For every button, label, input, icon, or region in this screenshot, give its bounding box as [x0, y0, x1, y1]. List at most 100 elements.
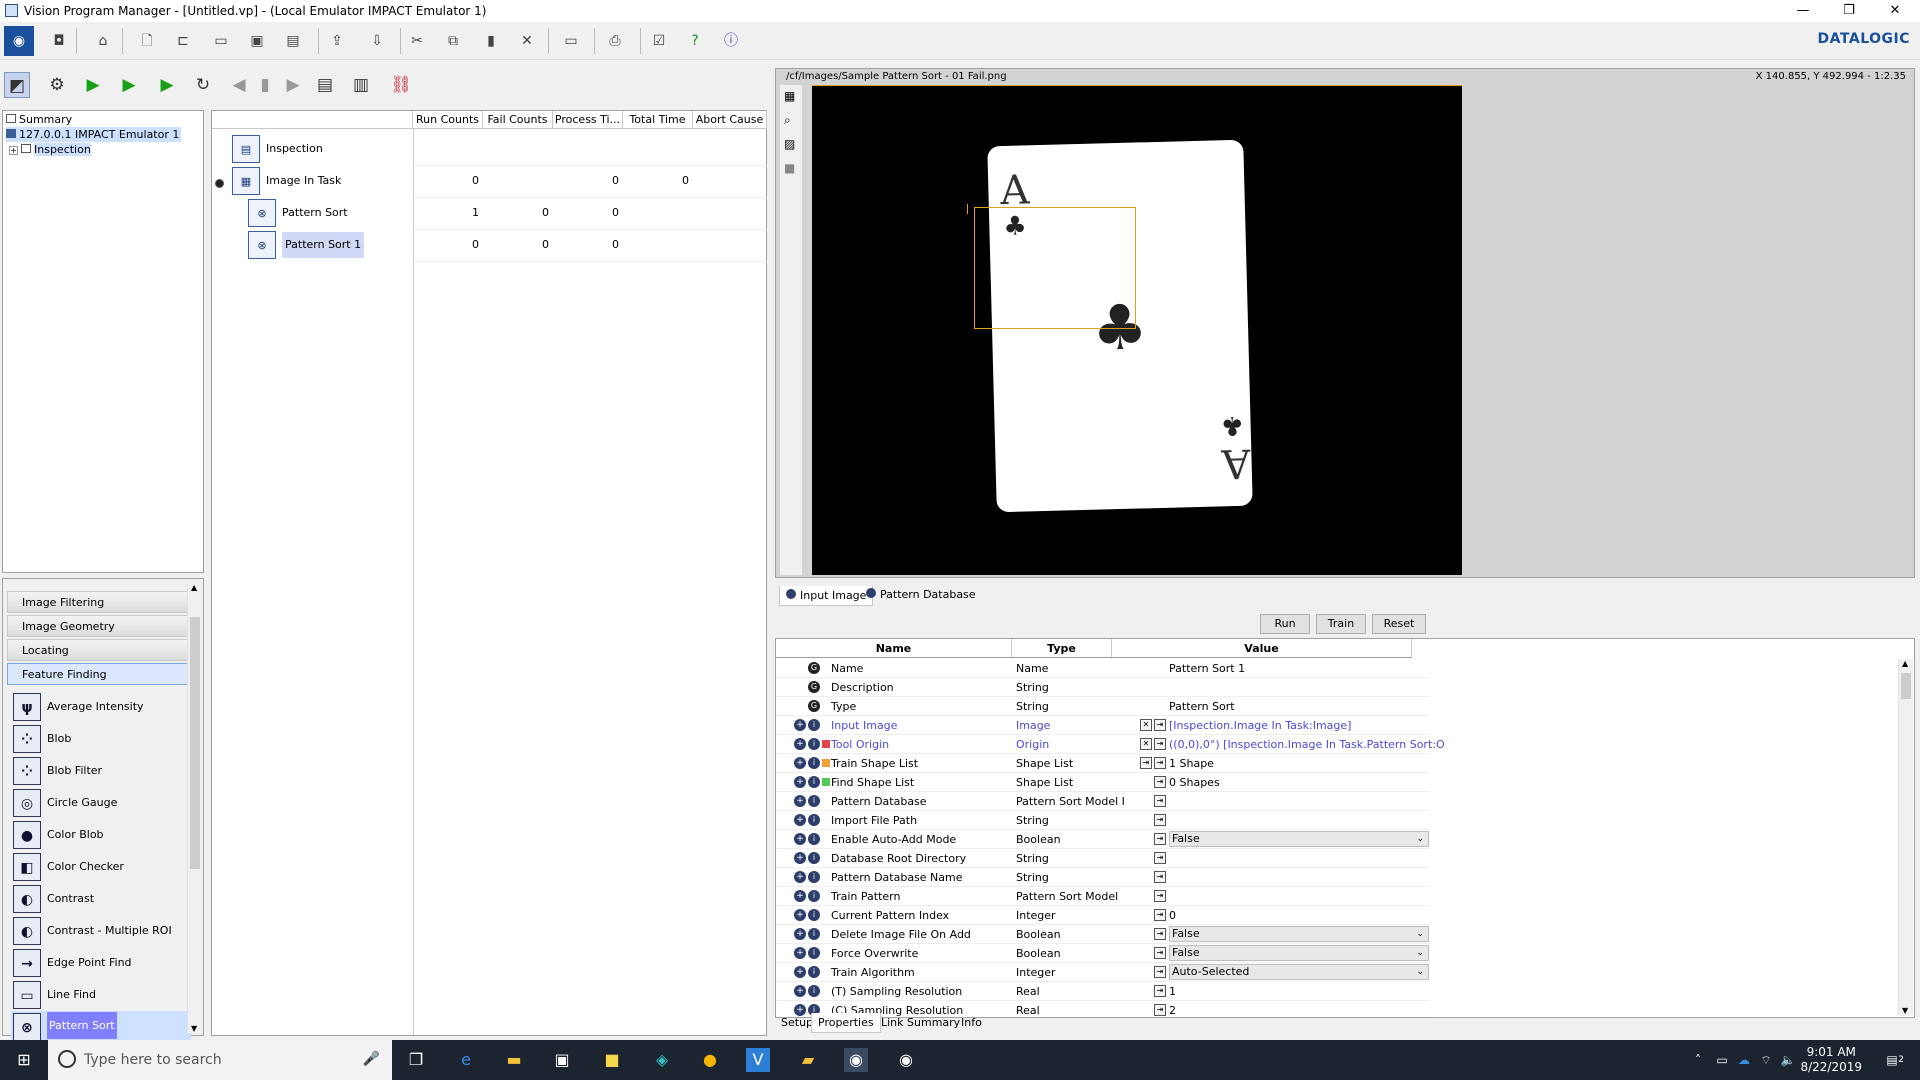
link-value-icon[interactable]: ⇥ — [1154, 852, 1166, 864]
expand-row-icon[interactable]: + — [794, 814, 806, 826]
image-icon[interactable]: ▨ — [784, 137, 798, 151]
link-value-icon[interactable]: ⇥ — [1154, 776, 1166, 788]
grid-row[interactable]: ⊗ Pattern Sort 1 0 0 — [212, 199, 767, 230]
property-dropdown[interactable]: False ⌄ — [1169, 926, 1429, 942]
property-row[interactable]: + i Database Root Directory String ⇥ — [776, 849, 1896, 868]
grid-row[interactable]: ⊗ Pattern Sort 1 0 0 0 — [212, 231, 767, 262]
sticky-notes-icon[interactable]: ■ — [600, 1048, 624, 1072]
expand-row-icon[interactable]: + — [794, 738, 806, 750]
expand-row-icon[interactable]: + — [794, 719, 806, 731]
edge-icon[interactable]: e — [454, 1048, 478, 1072]
task-view-icon[interactable]: ❐ — [404, 1048, 428, 1072]
unlink-icon[interactable]: ✕ — [1140, 738, 1152, 750]
property-row[interactable]: G Description String — [776, 678, 1896, 697]
property-dropdown[interactable]: False ⌄ — [1169, 831, 1429, 847]
tree-item-summary[interactable]: Summary — [6, 112, 72, 127]
col-type[interactable]: Type — [1012, 639, 1112, 658]
link-value-icon[interactable]: ⇥ — [1154, 814, 1166, 826]
edit-icon[interactable]: ⇥ — [1140, 757, 1152, 769]
property-row[interactable]: G Type String Pattern Sort — [776, 697, 1896, 716]
link-value-icon[interactable]: ⇥ — [1154, 947, 1166, 959]
new-file-icon[interactable]: 🗋 — [136, 30, 158, 52]
layout-icon[interactable]: ◩ — [4, 72, 30, 98]
property-row[interactable]: + i Tool Origin Origin ✕ ⇥ ((0,0),0°) [Inspect… — [776, 735, 1896, 754]
scroll-up-icon[interactable]: ▲ — [1902, 659, 1908, 668]
settings-icon[interactable]: ⚙ — [44, 72, 70, 98]
upload-icon[interactable]: ⇪ — [326, 30, 348, 52]
property-row[interactable]: + i Find Shape List Shape List ⇥ 0 Shapes — [776, 773, 1896, 792]
expand-row-icon[interactable]: + — [794, 795, 806, 807]
link-value-icon[interactable]: ⇥ — [1154, 757, 1166, 769]
property-row[interactable]: + i (T) Sampling Resolution Real ⇥ 1 — [776, 982, 1896, 1001]
expand-row-icon[interactable]: + — [794, 852, 806, 864]
link-icon[interactable]: ⛓ — [388, 72, 414, 98]
expand-row-icon[interactable]: + — [794, 871, 806, 883]
vpm-active-icon[interactable]: ◉ — [844, 1048, 868, 1072]
col-abort-cause[interactable]: Abort Cause — [693, 111, 767, 129]
connect-icon[interactable]: ◘ — [48, 30, 70, 52]
property-dropdown[interactable]: Auto-Selected ⌄ — [1169, 964, 1429, 980]
close-button[interactable]: ✕ — [1872, 0, 1918, 22]
taskbar-search[interactable]: Type here to search 🎤 — [48, 1040, 392, 1080]
property-row[interactable]: + i Current Pattern Index Integer ⇥ 0 — [776, 906, 1896, 925]
expand-icon[interactable]: + — [9, 146, 18, 155]
reset-button[interactable]: Reset — [1372, 614, 1426, 634]
image-canvas[interactable]: A ♣ ♣ ♣ A — [812, 85, 1462, 575]
store-icon[interactable]: ▣ — [550, 1048, 574, 1072]
expand-row-icon[interactable]: + — [794, 833, 806, 845]
link-value-icon[interactable]: ⇥ — [1154, 795, 1166, 807]
category-feature-finding[interactable]: Feature Finding — [7, 663, 189, 685]
link-value-icon[interactable]: ⇥ — [1154, 890, 1166, 902]
network-icon[interactable]: ⌔ — [1754, 1048, 1778, 1072]
stack-icon[interactable]: ▤ — [312, 72, 338, 98]
windows-start-icon[interactable]: ⊞ — [12, 1048, 36, 1072]
next-icon[interactable]: ▶ — [280, 72, 306, 98]
col-name[interactable]: Name — [776, 639, 1012, 658]
file-explorer-icon[interactable]: ▬ — [502, 1048, 526, 1072]
tool-color-blob[interactable]: ● Color Blob — [11, 819, 191, 849]
properties-scrollbar[interactable]: ▲ ▼ — [1898, 659, 1913, 1015]
tab-properties[interactable]: Properties — [811, 1013, 881, 1033]
save-icon[interactable]: ▣ — [246, 30, 268, 52]
vision-logo-icon[interactable]: ◉ — [4, 26, 34, 56]
link-value-icon[interactable]: ⇥ — [1154, 928, 1166, 940]
vpm-icon[interactable]: ◉ — [894, 1048, 918, 1072]
col-total-time[interactable]: Total Time — [623, 111, 693, 129]
toolbox-scrollbar[interactable]: ▲ ▼ — [187, 583, 202, 1033]
property-dropdown[interactable]: False ⌄ — [1169, 945, 1429, 961]
onedrive-icon[interactable]: ☁ — [1732, 1048, 1756, 1072]
run-button[interactable]: Run — [1260, 614, 1310, 634]
tree-item-inspection[interactable]: + Inspection — [9, 142, 91, 157]
unlink-icon[interactable]: ✕ — [1140, 719, 1152, 731]
database-icon[interactable]: ▥ — [348, 72, 374, 98]
category-image-geometry[interactable]: Image Geometry — [7, 615, 189, 637]
tool-color-checker[interactable]: ◧ Color Checker — [11, 851, 191, 881]
scroll-thumb[interactable] — [1901, 673, 1911, 699]
chrome-icon[interactable]: ● — [698, 1048, 722, 1072]
layer-icon[interactable]: ■ — [784, 161, 798, 175]
help-icon[interactable]: ? — [684, 30, 706, 52]
download-icon[interactable]: ⇩ — [366, 30, 388, 52]
col-value[interactable]: Value — [1112, 639, 1412, 658]
run-once-icon[interactable]: ▶ — [116, 72, 142, 98]
checklist-icon[interactable]: ☑ — [648, 30, 670, 52]
expand-row-icon[interactable]: + — [794, 985, 806, 997]
copy-icon[interactable]: ⧉ — [442, 30, 464, 52]
print-icon[interactable]: ⎙ — [604, 30, 626, 52]
minimize-button[interactable]: — — [1780, 0, 1826, 22]
monitor-icon[interactable]: ▭ — [560, 30, 582, 52]
tool-edge-point-find[interactable]: → Edge Point Find — [11, 947, 191, 977]
property-row[interactable]: + i Delete Image File On Add Boolean ⇥ False ⌄ — [776, 925, 1896, 944]
col-fail-counts[interactable]: Fail Counts — [483, 111, 553, 129]
category-locating[interactable]: Locating — [7, 639, 189, 661]
tab-link-summary[interactable]: Link Summary — [875, 1013, 966, 1033]
home-icon[interactable]: ⌂ — [92, 30, 114, 52]
expand-row-icon[interactable]: + — [794, 947, 806, 959]
search-input[interactable]: Type here to search — [84, 1052, 222, 1068]
maximize-button[interactable]: ❐ — [1826, 0, 1872, 22]
property-row[interactable]: + i Enable Auto-Add Mode Boolean ⇥ False ⌄ — [776, 830, 1896, 849]
property-row[interactable]: + i Train Pattern Pattern Sort Model ⇥ — [776, 887, 1896, 906]
link-value-icon[interactable]: ⇥ — [1154, 738, 1166, 750]
tree-item-emulator[interactable]: 127.0.0.1 IMPACT Emulator 1 — [6, 127, 182, 142]
category-image-filtering[interactable]: Image Filtering — [7, 591, 189, 613]
